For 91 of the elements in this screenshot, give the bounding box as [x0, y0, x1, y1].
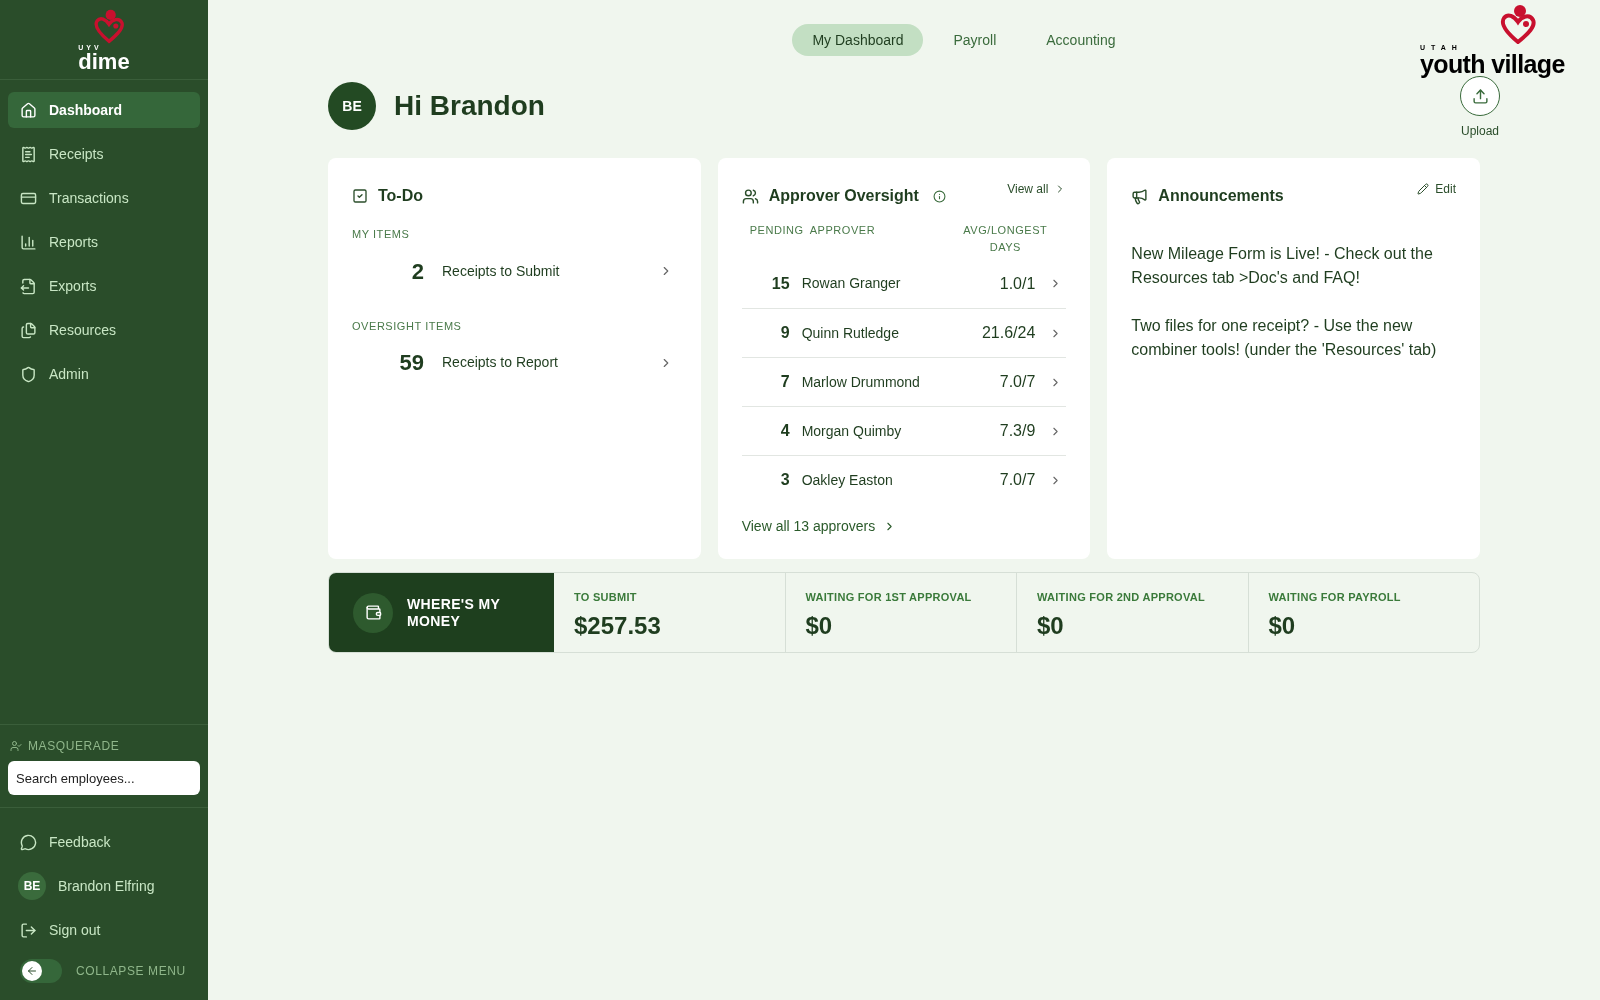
card-title: Announcements	[1158, 186, 1284, 206]
heart-logo-icon	[92, 7, 126, 44]
upload-button[interactable]	[1460, 76, 1500, 116]
days-value: 7.0/7	[999, 470, 1036, 490]
stat-value: $0	[805, 610, 834, 641]
sidebar-item[interactable]: Transactions	[8, 180, 200, 216]
users-icon	[741, 187, 759, 205]
announcement-text: Two files for one receipt? - Use the new combiner tools! (under the 'Resources' tab)	[1131, 316, 1438, 360]
pending-count: 9	[779, 323, 790, 343]
section-heading: OVERSIGHT ITEMS	[352, 318, 463, 334]
todo-label: Receipts to Submit	[442, 261, 561, 281]
view-all-approvers-link[interactable]: View all 13 approvers	[741, 516, 1067, 537]
approver-row[interactable]: 4 Morgan Quimby 7.3/9	[741, 406, 1067, 455]
sidebar-item[interactable]: Admin	[8, 356, 200, 392]
pencil-icon	[1417, 183, 1430, 195]
info-icon	[932, 189, 946, 203]
approver-name: Marlow Drummond	[801, 372, 921, 392]
wallet-icon	[364, 604, 382, 621]
brand-text: youth village	[1420, 52, 1566, 76]
approver-name: Morgan Quimby	[801, 421, 903, 441]
section-heading: MY ITEMS	[352, 227, 411, 242]
card-title: To-Do	[378, 186, 423, 206]
approver-name: Oakley Easton	[801, 470, 894, 490]
days-value: 1.0/1	[999, 273, 1036, 294]
approver-row[interactable]: 9 Quinn Rutledge 21.6/24	[741, 308, 1067, 357]
sidebar-item[interactable]: Dashboard	[8, 92, 200, 128]
approver-name: Rowan Granger	[801, 274, 902, 293]
greeting-heading: Hi Brandon	[394, 89, 545, 123]
days-value: 21.6/24	[981, 323, 1036, 343]
days-value: 7.0/7	[999, 372, 1036, 392]
user-name: Brandon Elfring	[58, 876, 155, 896]
arrow-left-icon	[26, 965, 38, 977]
user-check-icon	[10, 740, 22, 752]
pending-count: 3	[779, 470, 790, 490]
employee-search-field[interactable]: Search employees...	[8, 761, 200, 795]
heart-logo-icon	[1498, 4, 1538, 44]
money-title: WHERE'S MY MONEY	[407, 595, 501, 630]
sidebar-link[interactable]: Sign out	[8, 912, 200, 948]
upload-label: Upload	[1461, 123, 1499, 140]
sidebar-item[interactable]: Receipts	[8, 136, 200, 172]
column-header: AVG/LONGEST DAYS	[962, 223, 1049, 255]
pending-count: 4	[779, 421, 790, 441]
todo-label: Receipts to Report	[442, 353, 559, 372]
receipt-icon	[20, 145, 37, 163]
edit-link[interactable]: Edit	[1417, 180, 1456, 198]
collapse-menu-label: COLLAPSE MENU	[76, 963, 186, 980]
user-avatar: BE	[328, 82, 376, 130]
days-value: 7.3/9	[999, 421, 1036, 441]
todo-count: 2	[410, 257, 424, 286]
sidebar-item[interactable]: Reports	[8, 224, 200, 260]
approver-row[interactable]: 7 Marlow Drummond 7.0/7	[741, 357, 1067, 406]
user-avatar: BE	[18, 872, 46, 900]
todo-item[interactable]: 2 Receipts to Submit	[352, 254, 677, 288]
sidebar-item[interactable]: Exports	[8, 268, 200, 304]
shield-icon	[20, 365, 37, 383]
stat-value: $257.53	[574, 610, 662, 641]
approver-row[interactable]: 3 Oakley Easton 7.0/7	[741, 455, 1067, 504]
bar-chart-icon	[20, 233, 37, 251]
stat-label: WAITING FOR PAYROLL	[1268, 590, 1402, 605]
masquerade-label: MASQUERADE	[28, 738, 120, 755]
stat-label: WAITING FOR 2ND APPROVAL	[1037, 590, 1206, 605]
top-tab[interactable]: Accounting	[1026, 24, 1136, 56]
home-icon	[20, 101, 37, 119]
pending-count: 7	[779, 372, 790, 392]
stat-value: $0	[1037, 610, 1065, 641]
pending-count: 15	[770, 273, 790, 294]
top-tab[interactable]: Payroll	[933, 24, 1017, 56]
chat-icon	[20, 833, 37, 851]
column-header: APPROVER	[809, 223, 877, 238]
top-tab[interactable]: My Dashboard	[792, 24, 924, 56]
collapse-toggle[interactable]	[20, 959, 62, 983]
column-header: PENDING	[749, 223, 804, 238]
todo-item[interactable]: 59 Receipts to Report	[352, 346, 677, 379]
documents-icon	[20, 321, 37, 339]
sidebar-link[interactable]: Feedback	[8, 824, 200, 860]
todo-count: 59	[398, 349, 424, 377]
checkbox-icon	[352, 188, 368, 204]
logo-text: dime	[78, 51, 130, 72]
stat-value: $0	[1268, 610, 1297, 641]
approver-row[interactable]: 15 Rowan Granger 1.0/1	[741, 259, 1067, 308]
sidebar-item[interactable]: Resources	[8, 312, 200, 348]
announcement-text: New Mileage Form is Live! - Check out the Resources tab >Doc's and FAQ!	[1131, 244, 1434, 288]
view-all-link[interactable]: View all	[1007, 180, 1067, 198]
stat-label: TO SUBMIT	[574, 590, 638, 605]
stat-label: WAITING FOR 1ST APPROVAL	[805, 590, 973, 605]
card-title: Approver Oversight	[768, 186, 919, 206]
megaphone-icon	[1131, 187, 1149, 205]
sign-out-icon	[20, 921, 37, 939]
upload-icon	[1471, 87, 1489, 105]
approver-name: Quinn Rutledge	[801, 323, 900, 343]
file-arrow-icon	[20, 277, 37, 295]
